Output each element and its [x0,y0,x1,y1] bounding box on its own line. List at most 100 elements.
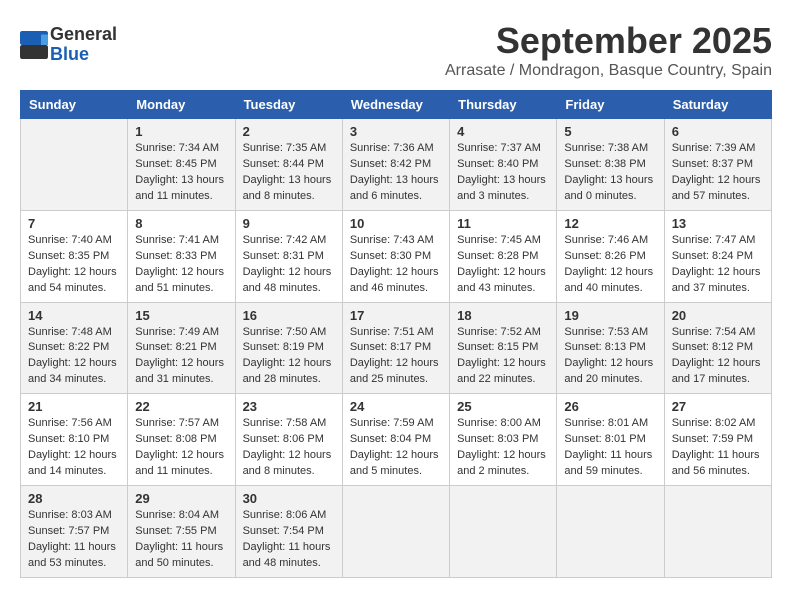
location-title: Arrasate / Mondragon, Basque Country, Sp… [445,62,772,80]
day-info: Sunrise: 7:52 AM Sunset: 8:15 PM Dayligh… [457,325,549,389]
weekday-header-row: SundayMondayTuesdayWednesdayThursdayFrid… [21,91,772,119]
logo: General Blue [20,25,117,65]
calendar-cell: 30 Sunrise: 8:06 AM Sunset: 7:54 PM Dayli… [235,486,342,578]
calendar-cell: 21 Sunrise: 7:56 AM Sunset: 8:10 PM Dayli… [21,394,128,486]
day-info: Sunrise: 8:01 AM Sunset: 8:01 PM Dayligh… [564,416,656,480]
day-info: Sunrise: 7:42 AM Sunset: 8:31 PM Dayligh… [243,233,335,297]
calendar-cell: 28 Sunrise: 8:03 AM Sunset: 7:57 PM Dayli… [21,486,128,578]
day-number: 27 [672,399,764,414]
day-number: 28 [28,491,120,506]
calendar-cell: 7 Sunrise: 7:40 AM Sunset: 8:35 PM Daylig… [21,210,128,302]
day-number: 12 [564,216,656,231]
calendar-cell [450,486,557,578]
day-number: 10 [350,216,442,231]
calendar-cell: 24 Sunrise: 7:59 AM Sunset: 8:04 PM Dayli… [342,394,449,486]
day-info: Sunrise: 7:46 AM Sunset: 8:26 PM Dayligh… [564,233,656,297]
day-number: 18 [457,308,549,323]
day-number: 11 [457,216,549,231]
calendar-cell: 22 Sunrise: 7:57 AM Sunset: 8:08 PM Dayli… [128,394,235,486]
weekday-header-monday: Monday [128,91,235,119]
calendar-cell: 15Sunrise: 7:49 AM Sunset: 8:21 PM Dayli… [128,302,235,394]
day-number: 14 [28,308,120,323]
calendar-cell: 3 Sunrise: 7:36 AM Sunset: 8:42 PM Daylig… [342,119,449,211]
day-info: Sunrise: 8:06 AM Sunset: 7:54 PM Dayligh… [243,508,335,572]
day-info: Sunrise: 7:39 AM Sunset: 8:37 PM Dayligh… [672,141,764,205]
day-info: Sunrise: 7:35 AM Sunset: 8:44 PM Dayligh… [243,141,335,205]
calendar-cell: 5Sunrise: 7:38 AM Sunset: 8:38 PM Daylig… [557,119,664,211]
weekday-header-wednesday: Wednesday [342,91,449,119]
calendar-week-row: 28 Sunrise: 8:03 AM Sunset: 7:57 PM Dayli… [21,486,772,578]
day-number: 5 [564,124,656,139]
day-info: Sunrise: 7:54 AM Sunset: 8:12 PM Dayligh… [672,325,764,389]
calendar-cell: 1Sunrise: 7:34 AM Sunset: 8:45 PM Daylig… [128,119,235,211]
day-info: Sunrise: 7:51 AM Sunset: 8:17 PM Dayligh… [350,325,442,389]
calendar-cell: 2 Sunrise: 7:35 AM Sunset: 8:44 PM Daylig… [235,119,342,211]
calendar-cell: 29Sunrise: 8:04 AM Sunset: 7:55 PM Dayli… [128,486,235,578]
day-info: Sunrise: 7:43 AM Sunset: 8:30 PM Dayligh… [350,233,442,297]
day-info: Sunrise: 7:47 AM Sunset: 8:24 PM Dayligh… [672,233,764,297]
month-title: September 2025 [445,20,772,62]
calendar-table: SundayMondayTuesdayWednesdayThursdayFrid… [20,90,772,578]
calendar-cell: 27 Sunrise: 8:02 AM Sunset: 7:59 PM Dayli… [664,394,771,486]
day-info: Sunrise: 7:34 AM Sunset: 8:45 PM Dayligh… [135,141,227,205]
day-info: Sunrise: 8:03 AM Sunset: 7:57 PM Dayligh… [28,508,120,572]
day-number: 30 [243,491,335,506]
day-number: 15 [135,308,227,323]
calendar-cell: 6Sunrise: 7:39 AM Sunset: 8:37 PM Daylig… [664,119,771,211]
day-info: Sunrise: 7:40 AM Sunset: 8:35 PM Dayligh… [28,233,120,297]
calendar-cell: 4Sunrise: 7:37 AM Sunset: 8:40 PM Daylig… [450,119,557,211]
day-info: Sunrise: 8:04 AM Sunset: 7:55 PM Dayligh… [135,508,227,572]
weekday-header-saturday: Saturday [664,91,771,119]
calendar-cell: 14 Sunrise: 7:48 AM Sunset: 8:22 PM Dayli… [21,302,128,394]
day-number: 7 [28,216,120,231]
calendar-cell [557,486,664,578]
calendar-cell [21,119,128,211]
day-number: 13 [672,216,764,231]
day-number: 17 [350,308,442,323]
day-info: Sunrise: 7:45 AM Sunset: 8:28 PM Dayligh… [457,233,549,297]
calendar-cell: 12 Sunrise: 7:46 AM Sunset: 8:26 PM Dayli… [557,210,664,302]
day-info: Sunrise: 7:56 AM Sunset: 8:10 PM Dayligh… [28,416,120,480]
day-info: Sunrise: 7:36 AM Sunset: 8:42 PM Dayligh… [350,141,442,205]
day-number: 21 [28,399,120,414]
calendar-week-row: 1Sunrise: 7:34 AM Sunset: 8:45 PM Daylig… [21,119,772,211]
day-number: 3 [350,124,442,139]
day-number: 22 [135,399,227,414]
calendar-cell: 9Sunrise: 7:42 AM Sunset: 8:31 PM Daylig… [235,210,342,302]
day-info: Sunrise: 7:41 AM Sunset: 8:33 PM Dayligh… [135,233,227,297]
calendar-cell: 17 Sunrise: 7:51 AM Sunset: 8:17 PM Dayli… [342,302,449,394]
calendar-cell: 16 Sunrise: 7:50 AM Sunset: 8:19 PM Dayli… [235,302,342,394]
weekday-header-sunday: Sunday [21,91,128,119]
day-number: 25 [457,399,549,414]
calendar-week-row: 14 Sunrise: 7:48 AM Sunset: 8:22 PM Dayli… [21,302,772,394]
day-info: Sunrise: 7:59 AM Sunset: 8:04 PM Dayligh… [350,416,442,480]
day-number: 23 [243,399,335,414]
day-info: Sunrise: 8:00 AM Sunset: 8:03 PM Dayligh… [457,416,549,480]
day-number: 4 [457,124,549,139]
calendar-cell: 13 Sunrise: 7:47 AM Sunset: 8:24 PM Dayli… [664,210,771,302]
day-info: Sunrise: 7:53 AM Sunset: 8:13 PM Dayligh… [564,325,656,389]
day-number: 2 [243,124,335,139]
logo-general: General [50,25,117,45]
calendar-cell: 11 Sunrise: 7:45 AM Sunset: 8:28 PM Dayli… [450,210,557,302]
calendar-cell: 18 Sunrise: 7:52 AM Sunset: 8:15 PM Dayli… [450,302,557,394]
calendar-cell: 8 Sunrise: 7:41 AM Sunset: 8:33 PM Daylig… [128,210,235,302]
page-header: General Blue September 2025 Arrasate / M… [20,20,772,80]
weekday-header-friday: Friday [557,91,664,119]
day-info: Sunrise: 8:02 AM Sunset: 7:59 PM Dayligh… [672,416,764,480]
logo-blue: Blue [50,45,117,65]
day-info: Sunrise: 7:57 AM Sunset: 8:08 PM Dayligh… [135,416,227,480]
calendar-week-row: 21 Sunrise: 7:56 AM Sunset: 8:10 PM Dayli… [21,394,772,486]
day-info: Sunrise: 7:58 AM Sunset: 8:06 PM Dayligh… [243,416,335,480]
day-info: Sunrise: 7:50 AM Sunset: 8:19 PM Dayligh… [243,325,335,389]
day-number: 24 [350,399,442,414]
weekday-header-thursday: Thursday [450,91,557,119]
day-number: 26 [564,399,656,414]
logo-icon [20,31,48,59]
day-info: Sunrise: 7:48 AM Sunset: 8:22 PM Dayligh… [28,325,120,389]
calendar-cell: 23 Sunrise: 7:58 AM Sunset: 8:06 PM Dayli… [235,394,342,486]
day-number: 16 [243,308,335,323]
calendar-cell: 10 Sunrise: 7:43 AM Sunset: 8:30 PM Dayli… [342,210,449,302]
day-number: 8 [135,216,227,231]
calendar-cell [664,486,771,578]
